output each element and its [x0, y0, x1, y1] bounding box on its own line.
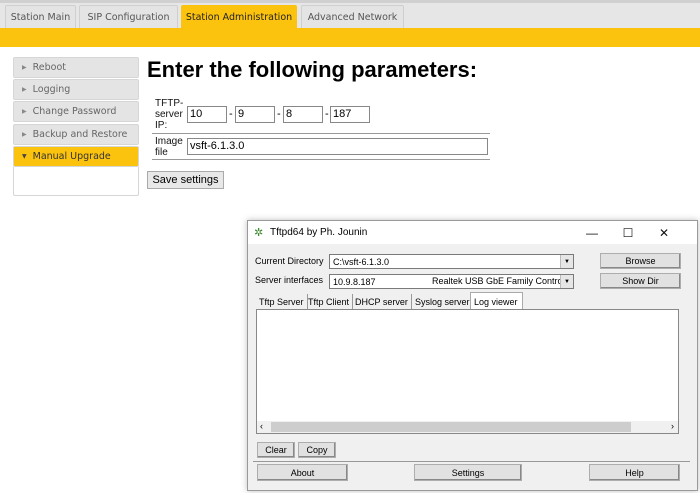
tftpd64-window: ✲ Tftpd64 by Ph. Jounin — ☐ ✕ Current Di…	[247, 220, 698, 491]
server-interfaces-label: Server interfaces	[255, 275, 324, 285]
chevron-right-icon: ▶	[22, 86, 27, 93]
clear-button[interactable]: Clear	[257, 442, 295, 458]
label-line: TFTP-	[155, 98, 184, 109]
scroll-left-icon[interactable]: ‹	[260, 421, 263, 431]
chevron-down-icon: ▼	[22, 153, 27, 160]
label-line: file	[155, 147, 168, 158]
sidebar-item-label: Reboot	[32, 62, 67, 73]
about-button[interactable]: About	[257, 464, 348, 481]
ip-separator: -	[277, 108, 281, 120]
chevron-right-icon: ▶	[22, 131, 27, 138]
tab-syslog-server[interactable]: Syslog server	[412, 294, 474, 310]
ip-separator: -	[229, 108, 233, 120]
show-dir-button[interactable]: Show Dir	[600, 273, 681, 289]
tab-tftp-server[interactable]: Tftp Server	[256, 294, 308, 310]
save-settings-button[interactable]: Save settings	[147, 171, 224, 189]
sidebar-item-label: Backup and Restore	[32, 129, 128, 140]
submenu-panel	[13, 167, 139, 196]
image-file-input[interactable]: vsft-6.1.3.0	[187, 138, 488, 155]
title-bar[interactable]: ✲ Tftpd64 by Ph. Jounin — ☐ ✕	[248, 221, 697, 244]
tab-station-administration[interactable]: Station Administration	[181, 5, 297, 28]
page-title: Enter the following parameters:	[147, 57, 478, 82]
sidebar-item-backup-restore[interactable]: ▶ Backup and Restore	[13, 124, 139, 145]
chevron-right-icon: ▶	[22, 64, 27, 71]
ip-separator: -	[325, 108, 329, 120]
dropdown-arrow-icon[interactable]: ▼	[560, 255, 573, 268]
label-line: Image	[155, 136, 183, 147]
image-file-label: Image file	[155, 136, 183, 158]
label-line: server	[155, 109, 183, 120]
ip-octet-2-input[interactable]: 9	[235, 106, 275, 123]
chevron-right-icon: ▶	[22, 108, 27, 115]
current-directory-combo[interactable]: C:\vsft-6.1.3.0 ▼	[329, 254, 574, 269]
divider	[253, 461, 690, 462]
settings-button[interactable]: Settings	[414, 464, 522, 481]
help-button[interactable]: Help	[589, 464, 680, 481]
minimize-icon[interactable]: —	[574, 221, 610, 244]
scrollbar-thumb[interactable]	[271, 422, 631, 432]
window-title: Tftpd64 by Ph. Jounin	[270, 227, 368, 238]
ip-octet-3-input[interactable]: 8	[283, 106, 323, 123]
server-interfaces-combo[interactable]: 10.9.8.187 Realtek USB GbE Family Contro…	[329, 274, 574, 289]
label-line: IP:	[155, 120, 168, 131]
tab-log-viewer[interactable]: Log viewer	[470, 292, 523, 310]
interface-ip: 10.9.8.187	[333, 276, 376, 287]
maximize-icon[interactable]: ☐	[610, 221, 646, 244]
tab-advanced-network[interactable]: Advanced Network	[301, 5, 404, 28]
close-icon[interactable]: ✕	[646, 221, 682, 244]
tab-sip-configuration[interactable]: SIP Configuration	[79, 5, 178, 28]
ip-octet-1-input[interactable]: 10	[187, 106, 227, 123]
horizontal-scrollbar[interactable]: ‹ ›	[257, 421, 678, 433]
sidebar-item-reboot[interactable]: ▶ Reboot	[13, 57, 139, 78]
ip-octet-4-input[interactable]: 187	[330, 106, 370, 123]
dropdown-arrow-icon[interactable]: ▼	[560, 275, 573, 288]
copy-button[interactable]: Copy	[298, 442, 336, 458]
tab-station-main[interactable]: Station Main	[5, 5, 76, 28]
sidebar-item-change-password[interactable]: ▶ Change Password	[13, 101, 139, 122]
divider	[152, 133, 490, 134]
divider	[152, 159, 490, 160]
sidebar-item-label: Logging	[32, 84, 71, 95]
browse-button[interactable]: Browse	[600, 253, 681, 269]
current-directory-label: Current Directory	[255, 256, 324, 266]
sidebar-item-label: Manual Upgrade	[32, 151, 111, 162]
tab-tftp-client[interactable]: Tftp Client	[305, 294, 354, 310]
app-icon: ✲	[254, 227, 264, 239]
log-viewer-area[interactable]: ‹ ›	[256, 309, 679, 434]
tftp-server-ip-label: TFTP- server IP:	[155, 98, 183, 131]
sidebar-item-label: Change Password	[32, 106, 117, 117]
interface-name: Realtek USB GbE Family Controller	[432, 276, 560, 286]
combo-value: C:\vsft-6.1.3.0	[333, 256, 390, 267]
sidebar-item-logging[interactable]: ▶ Logging	[13, 79, 139, 100]
scroll-right-icon[interactable]: ›	[671, 421, 674, 431]
tab-dhcp-server[interactable]: DHCP server	[352, 294, 412, 310]
accent-band	[0, 28, 700, 47]
sidebar-item-manual-upgrade[interactable]: ▼ Manual Upgrade	[13, 146, 139, 167]
